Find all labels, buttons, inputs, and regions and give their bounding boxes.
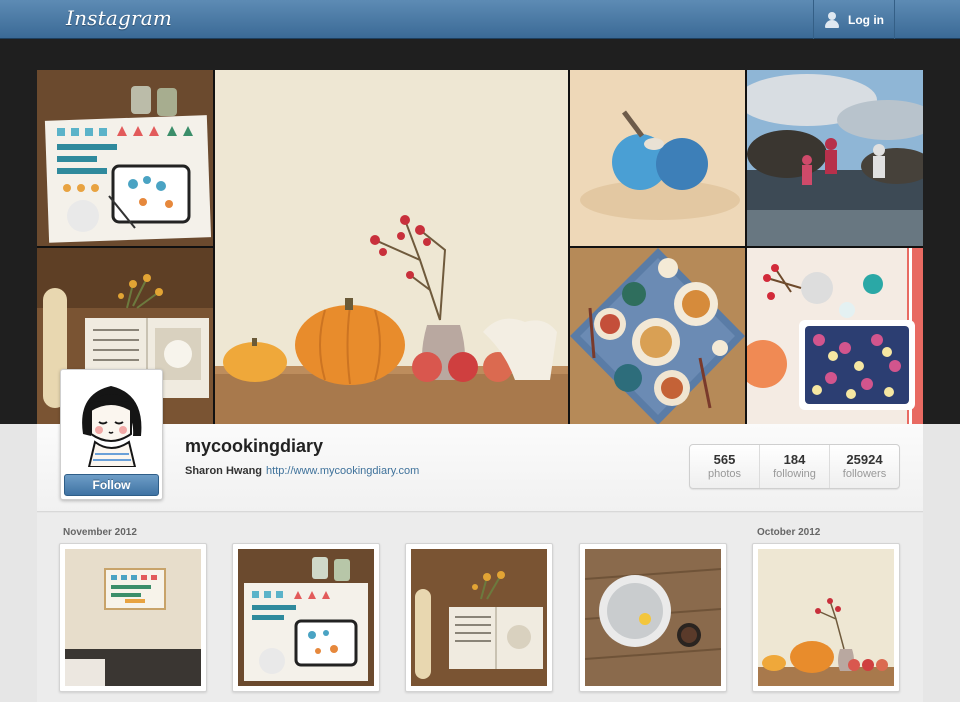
cover-photo-craft-table[interactable] — [37, 70, 213, 246]
profile-bio-line: Sharon Hwang http://www.mycookingdiary.co… — [185, 465, 419, 477]
profile-avatar-card: Follow — [60, 369, 163, 500]
follow-button[interactable]: Follow — [64, 474, 159, 496]
feed-photo-wall-art[interactable] — [59, 543, 207, 692]
feed-photo-pumpkin-still-life[interactable] — [752, 543, 900, 692]
month-label-november: November 2012 — [63, 527, 137, 538]
cover-photo-grid — [37, 70, 923, 425]
cover-photo-blue-squash[interactable] — [570, 70, 745, 246]
login-button[interactable]: Log in — [813, 0, 895, 39]
stat-following-count: 184 — [783, 452, 806, 467]
profile-username: mycookingdiary — [185, 436, 324, 456]
cover-photo-salad[interactable] — [747, 248, 923, 425]
stat-photos[interactable]: 565 photos — [690, 445, 760, 488]
stat-following[interactable]: 184 following — [760, 445, 830, 488]
feed-photo-bowl[interactable] — [579, 543, 727, 692]
cover-photo-table-setting[interactable] — [570, 248, 745, 425]
avatar[interactable] — [65, 374, 158, 467]
profile-website-link[interactable]: http://www.mycookingdiary.com — [266, 465, 419, 477]
profile-stats: 565 photos 184 following 25924 followers — [689, 444, 900, 489]
feed-photo-craft-table[interactable] — [232, 543, 380, 692]
login-label: Log in — [848, 12, 884, 27]
user-icon — [824, 11, 840, 28]
profile-full-name: Sharon Hwang — [185, 465, 263, 477]
stat-photos-count: 565 — [713, 452, 736, 467]
feed-photo-open-book[interactable] — [405, 543, 553, 692]
stat-followers-count: 25924 — [846, 452, 883, 467]
stat-following-label: following — [773, 468, 816, 480]
stat-followers-label: followers — [842, 468, 887, 480]
stat-followers[interactable]: 25924 followers — [830, 445, 899, 488]
cover-photo-pumpkin-still-life[interactable] — [215, 70, 568, 425]
top-navigation-bar: Instagram Log in — [0, 0, 960, 39]
month-label-october: October 2012 — [757, 527, 821, 538]
instagram-logo[interactable]: Instagram — [66, 6, 172, 30]
cover-photo-beach[interactable] — [747, 70, 923, 246]
stat-photos-label: photos — [707, 468, 742, 480]
profile-cover — [0, 39, 960, 425]
